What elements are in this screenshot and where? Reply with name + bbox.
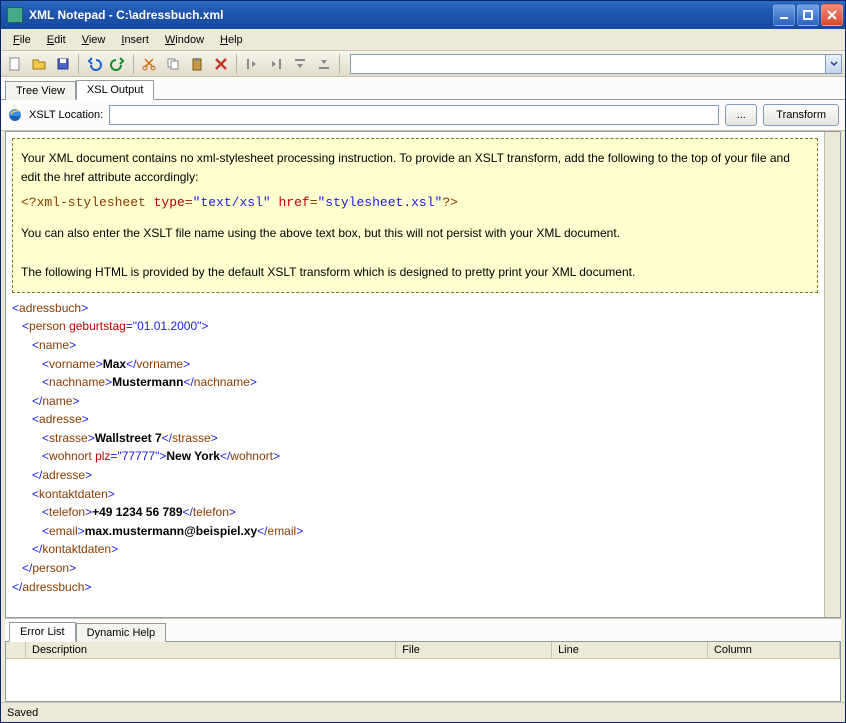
tab-tree-view[interactable]: Tree View xyxy=(5,81,76,100)
nudge-up-icon[interactable] xyxy=(289,53,311,75)
save-icon[interactable] xyxy=(52,53,74,75)
copy-icon[interactable] xyxy=(162,53,184,75)
nudge-left-icon[interactable] xyxy=(241,53,263,75)
nudge-right-icon[interactable] xyxy=(265,53,287,75)
menu-file[interactable]: File xyxy=(5,32,39,48)
transform-button[interactable]: Transform xyxy=(763,104,839,126)
app-icon xyxy=(7,7,23,23)
content-area: Your XML document contains no xml-styles… xyxy=(5,131,841,618)
menubar: File Edit View Insert Window Help xyxy=(1,29,845,51)
browse-button[interactable]: ... xyxy=(725,104,757,126)
error-list-panel: Description File Line Column xyxy=(5,642,841,702)
top-tabs: Tree View XSL Output xyxy=(1,77,845,100)
col-column[interactable]: Column xyxy=(708,642,840,658)
notice-code: <?xml-stylesheet type="text/xsl" href="s… xyxy=(21,187,809,224)
delete-icon[interactable] xyxy=(210,53,232,75)
col-line[interactable]: Line xyxy=(552,642,708,658)
status-text: Saved xyxy=(7,707,38,719)
toolbar xyxy=(1,51,845,77)
notice-text: Your XML document contains no xml-styles… xyxy=(21,149,809,187)
xsl-output-pane[interactable]: Your XML document contains no xml-styles… xyxy=(6,132,824,617)
nudge-down-icon[interactable] xyxy=(313,53,335,75)
status-bar: Saved xyxy=(1,702,845,722)
menu-window[interactable]: Window xyxy=(157,32,212,48)
titlebar: XML Notepad - C:\adressbuch.xml xyxy=(1,1,845,29)
paste-icon[interactable] xyxy=(186,53,208,75)
menu-insert[interactable]: Insert xyxy=(113,32,157,48)
menu-help[interactable]: Help xyxy=(212,32,251,48)
tab-dynamic-help[interactable]: Dynamic Help xyxy=(76,623,166,642)
bottom-tabs: Error List Dynamic Help xyxy=(5,618,841,642)
menu-edit[interactable]: Edit xyxy=(39,32,74,48)
xml-pretty-print: <adressbuch> <person geburtstag="01.01.2… xyxy=(12,299,818,597)
internet-explorer-icon xyxy=(7,107,23,123)
toolbar-combo[interactable] xyxy=(350,54,842,74)
new-file-icon[interactable] xyxy=(4,53,26,75)
minimize-button[interactable] xyxy=(773,4,795,26)
notice-text: The following HTML is provided by the de… xyxy=(21,263,809,282)
col-description[interactable]: Description xyxy=(26,642,396,658)
xslt-location-label: XSLT Location: xyxy=(29,109,103,121)
open-icon[interactable] xyxy=(28,53,50,75)
notice-text: You can also enter the XSLT file name us… xyxy=(21,224,809,243)
tab-xsl-output[interactable]: XSL Output xyxy=(76,80,154,100)
redo-icon[interactable] xyxy=(107,53,129,75)
menu-view[interactable]: View xyxy=(74,32,114,48)
close-button[interactable] xyxy=(821,4,843,26)
cut-icon[interactable] xyxy=(138,53,160,75)
tab-error-list[interactable]: Error List xyxy=(9,622,76,642)
chevron-down-icon[interactable] xyxy=(825,55,841,73)
xslt-location-input[interactable] xyxy=(109,105,719,125)
undo-icon[interactable] xyxy=(83,53,105,75)
window-title: XML Notepad - C:\adressbuch.xml xyxy=(29,8,773,22)
xslt-location-bar: XSLT Location: ... Transform xyxy=(1,100,845,131)
maximize-button[interactable] xyxy=(797,4,819,26)
vertical-scrollbar[interactable] xyxy=(824,132,840,617)
xslt-notice: Your XML document contains no xml-styles… xyxy=(12,138,818,293)
col-file[interactable]: File xyxy=(396,642,552,658)
